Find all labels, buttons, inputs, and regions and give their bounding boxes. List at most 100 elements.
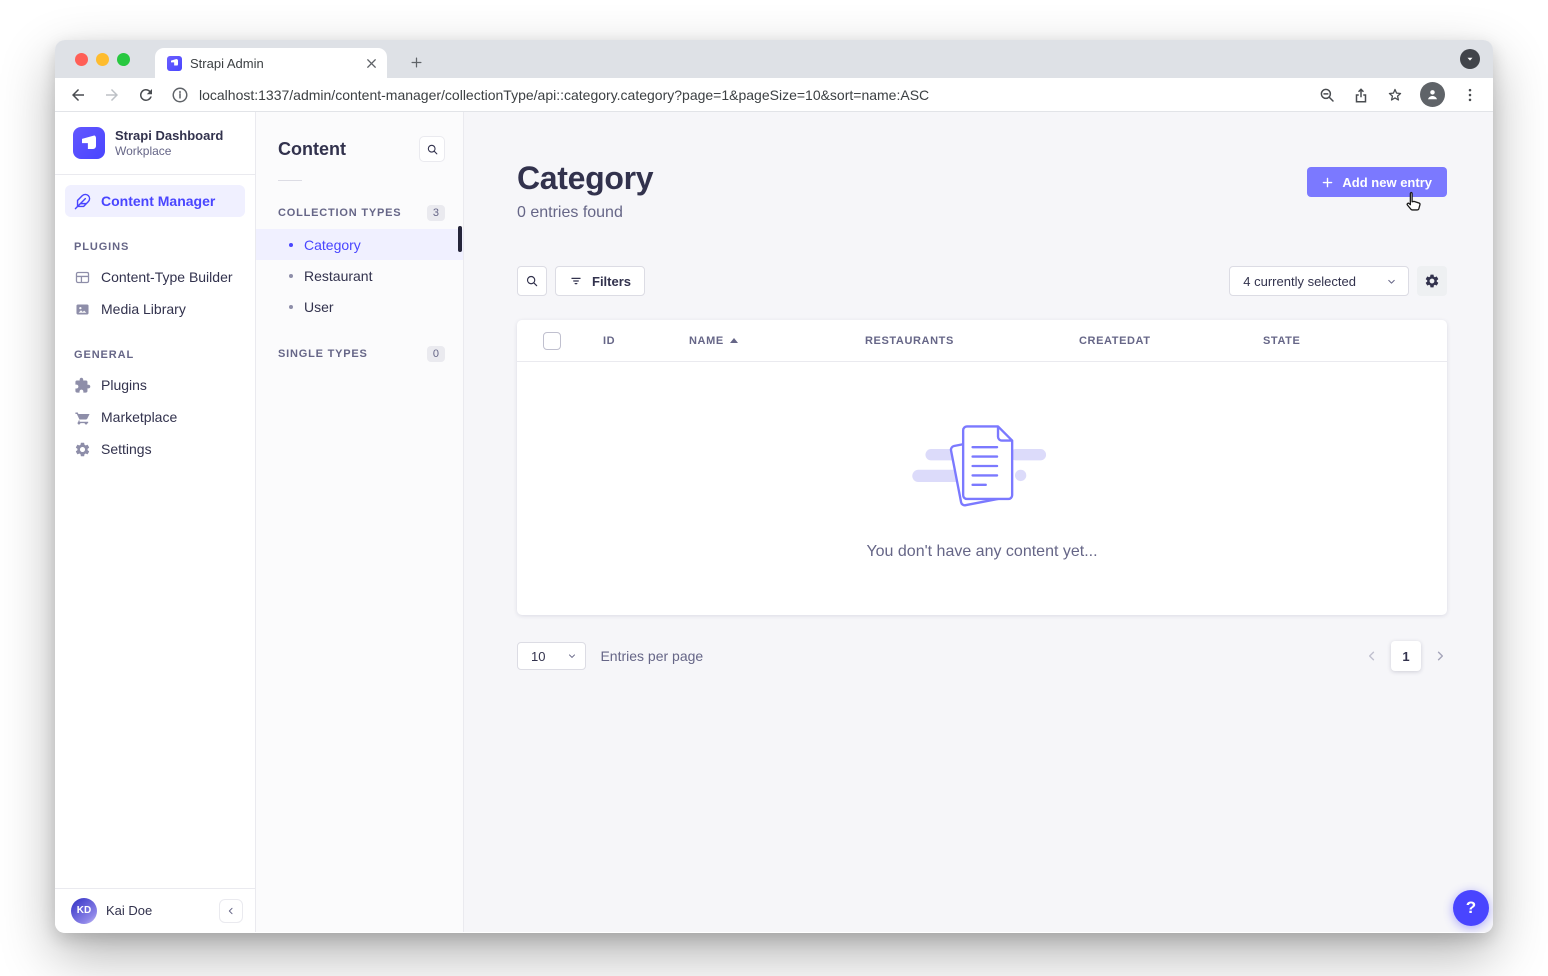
sidebar-item-label: Settings (101, 441, 152, 457)
tab-search-button[interactable] (1460, 49, 1480, 69)
image-icon (74, 301, 91, 318)
collection-types-count-badge: 3 (427, 205, 445, 221)
feather-pen-icon (74, 193, 91, 210)
browser-window: Strapi Admin localhost:1337/admin/conten… (55, 40, 1493, 933)
filters-button[interactable]: Filters (555, 266, 645, 296)
select-all-checkbox[interactable] (543, 332, 561, 350)
subnav-item-label: Restaurant (304, 268, 372, 284)
tab-title: Strapi Admin (190, 56, 356, 71)
chevron-down-icon (567, 651, 577, 661)
layout-icon (74, 269, 91, 286)
subnav-item-label: Category (304, 237, 361, 253)
page-size-value: 10 (518, 643, 559, 669)
filters-label: Filters (592, 274, 631, 289)
forward-button[interactable] (103, 86, 121, 104)
sidebar-item-settings[interactable]: Settings (65, 433, 245, 465)
column-header-id[interactable]: ID (603, 335, 689, 347)
close-window-button[interactable] (75, 53, 88, 66)
app-name: Strapi Dashboard (115, 128, 223, 144)
previous-page-icon[interactable] (1365, 649, 1379, 663)
page-title: Category (517, 160, 653, 197)
main-content: Category 0 entries found Add new entry F… (464, 112, 1493, 932)
close-tab-icon[interactable] (364, 56, 379, 71)
cart-icon (74, 409, 91, 426)
strapi-favicon-icon (167, 56, 182, 71)
column-header-state[interactable]: STATE (1263, 335, 1447, 347)
sidebar-item-label: Marketplace (101, 409, 177, 425)
table-search-button[interactable] (517, 266, 547, 296)
gear-icon (74, 441, 91, 458)
workspace-name: Workplace (115, 144, 223, 158)
pagination-bar: 10 Entries per page 1 (517, 641, 1447, 671)
user-row: KD Kai Doe (55, 888, 255, 932)
gear-icon (1424, 273, 1440, 289)
columns-select[interactable]: 4 currently selected (1229, 266, 1409, 296)
subnav-search-button[interactable] (419, 136, 445, 162)
url-text[interactable]: localhost:1337/admin/content-manager/col… (199, 87, 929, 103)
bullet-icon (289, 274, 293, 278)
strapi-app: Strapi Dashboard Workplace Content Manag… (55, 112, 1493, 932)
workspace-switcher[interactable]: Strapi Dashboard Workplace (55, 112, 255, 172)
sidebar-item-marketplace[interactable]: Marketplace (65, 401, 245, 433)
next-page-icon[interactable] (1433, 649, 1447, 663)
filter-icon (569, 274, 583, 288)
bullet-icon (289, 305, 293, 309)
sidebar-section-plugins: PLUGINS (55, 217, 255, 261)
empty-state: You don't have any content yet... (517, 362, 1447, 615)
new-tab-button[interactable] (403, 49, 429, 75)
subnav-item-user[interactable]: User (256, 291, 463, 322)
subnav-item-category[interactable]: Category (256, 229, 463, 260)
subnav-item-label: User (304, 299, 334, 315)
user-avatar[interactable]: KD (71, 898, 97, 924)
address-bar[interactable]: localhost:1337/admin/content-manager/col… (171, 86, 1302, 104)
entries-table: ID NAME RESTAURANTS CREATEDAT STATE (517, 320, 1447, 615)
browser-profile-avatar[interactable] (1420, 82, 1445, 107)
sidebar-item-content-manager[interactable]: Content Manager (65, 185, 245, 217)
user-name: Kai Doe (106, 903, 210, 918)
sidebar-item-label: Content Manager (101, 193, 215, 209)
add-new-entry-label: Add new entry (1342, 175, 1432, 190)
empty-state-text: You don't have any content yet... (866, 543, 1097, 561)
column-header-createdat[interactable]: CREATEDAT (1079, 335, 1263, 347)
subnav-scrollbar[interactable] (458, 226, 462, 252)
help-button[interactable]: ? (1453, 890, 1489, 926)
plus-icon (1322, 177, 1333, 188)
entries-count: 0 entries found (517, 204, 653, 222)
zoom-icon[interactable] (1318, 86, 1336, 104)
chevron-left-icon (226, 906, 236, 916)
tab-strip: Strapi Admin (55, 40, 1493, 78)
bullet-icon (289, 243, 293, 247)
sidebar-item-label: Plugins (101, 377, 147, 393)
bookmark-star-icon[interactable] (1386, 86, 1404, 104)
site-info-icon[interactable] (171, 86, 189, 104)
reload-button[interactable] (137, 86, 155, 104)
subnav-item-restaurant[interactable]: Restaurant (256, 260, 463, 291)
collection-types-header: COLLECTION TYPES (278, 207, 401, 219)
share-icon[interactable] (1352, 86, 1370, 104)
column-header-restaurants[interactable]: RESTAURANTS (865, 335, 1079, 347)
collapse-sidebar-button[interactable] (219, 899, 243, 923)
traffic-lights (75, 53, 130, 66)
search-icon (525, 274, 539, 288)
back-button[interactable] (69, 86, 87, 104)
main-sidebar: Strapi Dashboard Workplace Content Manag… (55, 112, 256, 932)
sidebar-divider (55, 174, 255, 175)
table-settings-button[interactable] (1417, 266, 1447, 296)
search-icon (426, 143, 439, 156)
sidebar-item-media-library[interactable]: Media Library (65, 293, 245, 325)
page-size-select[interactable]: 10 (517, 642, 586, 670)
content-subnav: Content COLLECTION TYPES 3 Category Rest… (256, 112, 464, 932)
browser-menu-icon[interactable] (1461, 86, 1479, 104)
subnav-title: Content (278, 139, 346, 160)
sidebar-item-label: Media Library (101, 301, 186, 317)
browser-tab[interactable]: Strapi Admin (155, 48, 387, 78)
sidebar-section-general: GENERAL (55, 325, 255, 369)
sidebar-item-plugins[interactable]: Plugins (65, 369, 245, 401)
minimize-window-button[interactable] (96, 53, 109, 66)
current-page-button[interactable]: 1 (1391, 641, 1421, 671)
zoom-window-button[interactable] (117, 53, 130, 66)
add-new-entry-button[interactable]: Add new entry (1307, 167, 1447, 197)
column-header-name[interactable]: NAME (689, 335, 865, 347)
strapi-logo-icon (73, 127, 105, 159)
sidebar-item-content-type-builder[interactable]: Content-Type Builder (65, 261, 245, 293)
